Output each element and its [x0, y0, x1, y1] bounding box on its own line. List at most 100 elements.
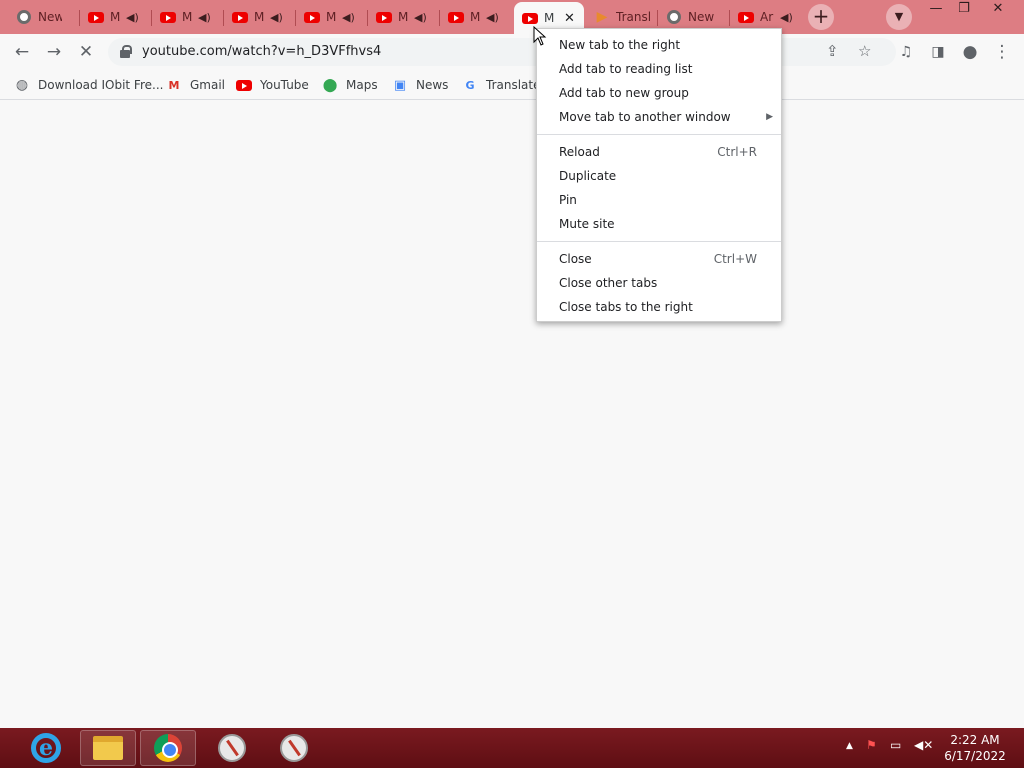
youtube-icon [232, 9, 248, 25]
bookmark-star-icon[interactable]: ☆ [858, 42, 871, 60]
tab-youtube-7[interactable]: Ar ◀) [730, 4, 802, 30]
tab-youtube-4[interactable]: M ◀) [296, 4, 368, 30]
translate-icon: G [465, 78, 475, 92]
tab-translate[interactable]: ▶ Transl [586, 4, 658, 30]
restore-button[interactable]: ❐ [950, 0, 978, 20]
menu-item-duplicate[interactable]: Duplicate [537, 164, 781, 188]
tab-label: Transl [616, 10, 652, 24]
folder-icon [93, 736, 123, 760]
tab-label: M [470, 10, 481, 24]
bookmark-translate[interactable]: G Translate [462, 76, 541, 94]
menu-item-close-tabs-right[interactable]: Close tabs to the right [537, 295, 781, 319]
minimize-button[interactable]: — [922, 0, 950, 20]
menu-item-mute-site[interactable]: Mute site [537, 212, 781, 236]
audio-playing-icon[interactable]: ◀) [414, 11, 427, 24]
menu-icon[interactable]: ⋮ [990, 40, 1014, 64]
menu-item-shortcut: Ctrl+W [713, 252, 757, 266]
stop-loading-button[interactable]: ✕ [74, 40, 98, 64]
taskbar-app-compass-2[interactable] [266, 730, 322, 766]
tab-context-menu: New tab to the right Add tab to reading … [536, 28, 782, 322]
menu-item-close[interactable]: Close Ctrl+W [537, 247, 781, 271]
lock-icon[interactable] [120, 45, 132, 58]
profile-avatar-icon[interactable]: ● [958, 40, 982, 64]
menu-item-add-new-group[interactable]: Add tab to new group [537, 81, 781, 105]
audio-playing-icon[interactable]: ◀) [342, 11, 355, 24]
menu-item-label: Add tab to reading list [559, 62, 693, 76]
bookmarks-bar: ◍ Download IObit Fre... M Gmail YouTube … [0, 70, 1024, 100]
tab-search-button[interactable]: ▼ [886, 4, 912, 30]
menu-item-label: Pin [559, 193, 577, 207]
chrome-icon [16, 9, 32, 25]
taskbar-chrome[interactable] [140, 730, 196, 766]
menu-item-new-tab-right[interactable]: New tab to the right [537, 33, 781, 57]
close-tab-icon[interactable]: ✕ [564, 11, 575, 26]
menu-item-move-tab[interactable]: Move tab to another window ▶ [537, 105, 781, 129]
tab-youtube-1[interactable]: M ◀) [80, 4, 152, 30]
side-panel-icon[interactable]: ◨ [926, 40, 950, 64]
menu-item-label: Add tab to new group [559, 86, 689, 100]
youtube-icon [304, 9, 320, 25]
youtube-icon [738, 9, 754, 25]
tab-youtube-5[interactable]: M ◀) [368, 4, 440, 30]
audio-playing-icon[interactable]: ◀) [198, 11, 211, 24]
bookmark-gmail[interactable]: M Gmail [166, 76, 226, 94]
forward-button[interactable]: → [42, 40, 66, 64]
translate-icon: ▶ [596, 9, 608, 25]
audio-playing-icon[interactable]: ◀) [270, 11, 283, 24]
show-hidden-icons-icon[interactable]: ▲ [846, 741, 853, 751]
compass-icon [218, 734, 246, 762]
tab-new-tab-1[interactable]: New T [8, 4, 80, 30]
maps-icon: ⬤ [322, 77, 338, 93]
gmail-icon: M [168, 78, 180, 92]
menu-item-add-reading-list[interactable]: Add tab to reading list [537, 57, 781, 81]
submenu-arrow-icon: ▶ [766, 112, 773, 122]
taskbar-file-explorer[interactable] [80, 730, 136, 766]
menu-item-label: Move tab to another window [559, 110, 731, 124]
network-icon[interactable]: ▭ [890, 738, 901, 752]
tab-new-tab-2[interactable]: New [658, 4, 730, 30]
audio-playing-icon[interactable]: ◀) [780, 11, 793, 24]
new-tab-button[interactable]: + [808, 4, 834, 30]
browser-toolbar: ← → ✕ youtube.com/watch?v=h_D3VFfhvs4 ⇪ … [0, 34, 1024, 70]
mouse-cursor-icon [533, 26, 547, 46]
tab-label: M [110, 10, 121, 24]
media-control-icon[interactable]: ♫ [894, 40, 918, 64]
tab-youtube-2[interactable]: M ◀) [152, 4, 224, 30]
bookmark-label: Gmail [190, 78, 226, 92]
bookmark-label: YouTube [260, 78, 309, 92]
youtube-icon [522, 10, 538, 26]
action-center-flag-icon[interactable]: ⚑ [866, 738, 877, 752]
chrome-icon [154, 734, 182, 762]
close-window-button[interactable]: ✕ [984, 0, 1012, 20]
audio-playing-icon[interactable]: ◀) [126, 11, 139, 24]
bookmark-youtube[interactable]: YouTube [236, 76, 309, 94]
bookmark-label: Translate [486, 78, 541, 92]
tab-label: Ar [760, 10, 774, 24]
bookmark-maps[interactable]: ⬤ Maps [322, 76, 378, 94]
menu-item-pin[interactable]: Pin [537, 188, 781, 212]
clock-date: 6/17/2022 [944, 749, 1006, 763]
share-icon[interactable]: ⇪ [826, 42, 839, 60]
taskbar-internet-explorer[interactable]: e [18, 730, 74, 766]
tab-label: M [398, 10, 409, 24]
menu-item-close-other-tabs[interactable]: Close other tabs [537, 271, 781, 295]
windows-taskbar: e ▲ ⚑ ▭ ◀✕ 2:22 AM 6/17/2022 [0, 728, 1024, 768]
chrome-icon [666, 9, 682, 25]
volume-muted-icon[interactable]: ◀✕ [914, 738, 933, 752]
tab-strip: New T M ◀) M ◀) M ◀) M ◀) M ◀) M ◀) M [0, 0, 1024, 34]
taskbar-app-compass-1[interactable] [204, 730, 260, 766]
tab-youtube-3[interactable]: M ◀) [224, 4, 296, 30]
bookmark-news[interactable]: ▣ News [392, 76, 449, 94]
youtube-icon [88, 9, 104, 25]
menu-item-reload[interactable]: Reload Ctrl+R [537, 140, 781, 164]
back-button[interactable]: ← [10, 40, 34, 64]
tab-youtube-6[interactable]: M ◀) [440, 4, 512, 30]
system-clock[interactable]: 2:22 AM 6/17/2022 [940, 732, 1010, 764]
bookmark-iobit[interactable]: ◍ Download IObit Fre... [14, 76, 164, 94]
audio-playing-icon[interactable]: ◀) [486, 11, 499, 24]
menu-divider [537, 134, 781, 135]
youtube-icon [236, 77, 252, 93]
menu-item-label: Close [559, 252, 592, 266]
youtube-icon [160, 9, 176, 25]
menu-item-label: Reload [559, 145, 600, 159]
